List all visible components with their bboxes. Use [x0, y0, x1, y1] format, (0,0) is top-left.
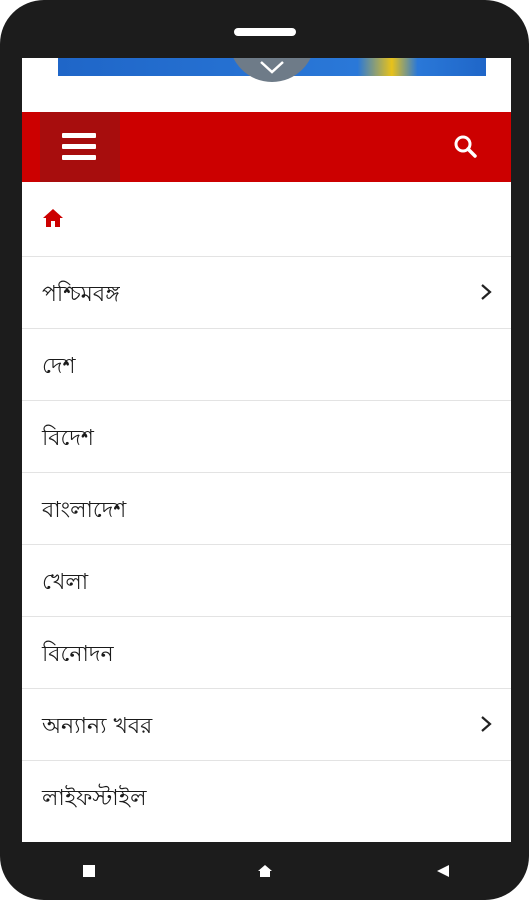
phone-frame: পশ্চিমবঙ্গ দেশ বিদেশ বাংলাদেশ খেলা বিনোদ…: [0, 0, 529, 900]
menu-item-label: লাইফস্টাইল: [42, 786, 147, 811]
home-icon[interactable]: [257, 864, 273, 878]
app-header: [22, 112, 511, 182]
menu-list: পশ্চিমবঙ্গ দেশ বিদেশ বাংলাদেশ খেলা বিনোদ…: [22, 257, 511, 833]
phone-speaker: [234, 28, 296, 36]
menu-item-label: বিদেশ: [42, 426, 94, 451]
menu-item-khela[interactable]: খেলা: [22, 545, 511, 617]
chevron-right-icon[interactable]: [480, 715, 492, 733]
menu-item-home[interactable]: [22, 182, 511, 257]
menu-item-label: খেলা: [42, 570, 89, 595]
menu-item-label: বিনোদন: [42, 642, 114, 667]
home-icon: [43, 209, 63, 227]
square-icon[interactable]: [82, 864, 96, 878]
app-screen: পশ্চিমবঙ্গ দেশ বিদেশ বাংলাদেশ খেলা বিনোদ…: [22, 58, 511, 842]
menu-item-desh[interactable]: দেশ: [22, 329, 511, 401]
menu-item-label: বাংলাদেশ: [42, 498, 127, 523]
search-button[interactable]: [452, 133, 480, 161]
chevron-down-icon: [260, 61, 284, 74]
chevron-right-icon[interactable]: [480, 283, 492, 301]
hamburger-menu-button[interactable]: [40, 112, 120, 182]
menu-item-label: পশ্চিমবঙ্গ: [42, 282, 120, 307]
menu-item-label: অন্যান্য খবর: [42, 714, 153, 739]
menu-item-bangladesh[interactable]: বাংলাদেশ: [22, 473, 511, 545]
android-nav-bar: [0, 842, 529, 900]
menu-item-binodan[interactable]: বিনোদন: [22, 617, 511, 689]
search-icon: [454, 135, 477, 158]
menu-item-bidesh[interactable]: বিদেশ: [22, 401, 511, 473]
menu-item-other-news[interactable]: অন্যান্য খবর: [22, 689, 511, 761]
menu-item-paschimbanga[interactable]: পশ্চিমবঙ্গ: [22, 257, 511, 329]
menu-item-lifestyle[interactable]: লাইফস্টাইল: [22, 761, 511, 833]
menu-item-label: দেশ: [42, 354, 76, 379]
triangle-left-icon[interactable]: [436, 864, 450, 878]
